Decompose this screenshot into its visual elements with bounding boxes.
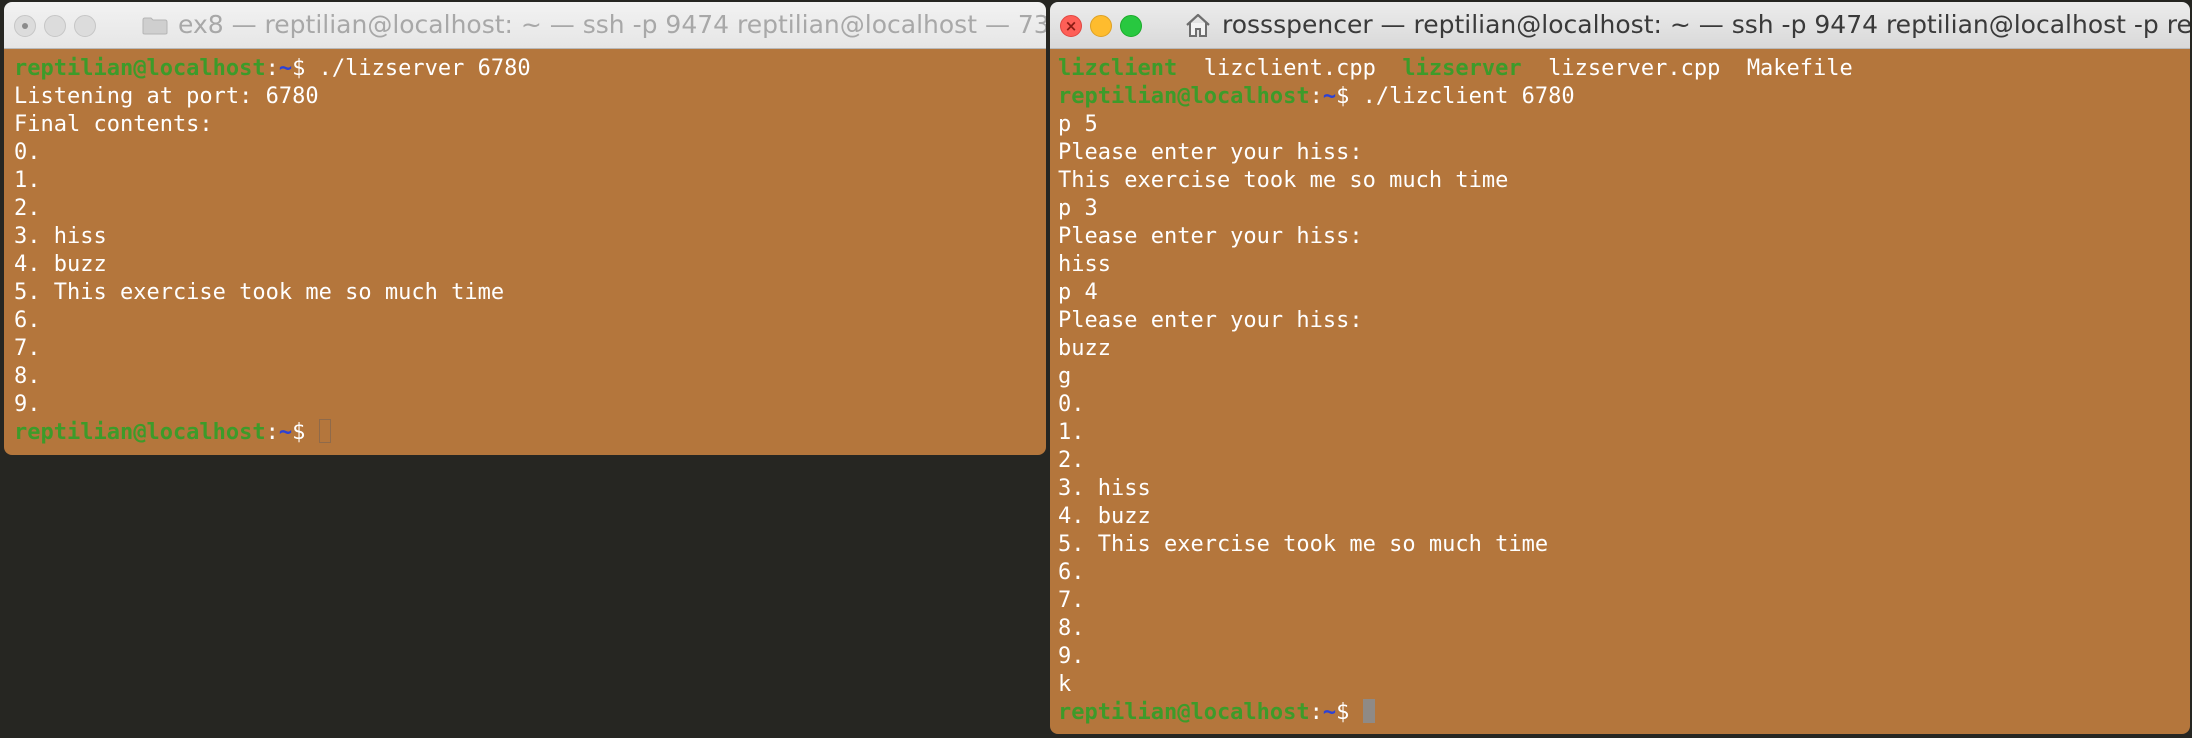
prompt-cwd: ~	[278, 56, 293, 81]
prompt-dollar: $	[1336, 84, 1363, 109]
house-icon	[1186, 13, 1210, 37]
output-line: 6.	[1058, 560, 1085, 585]
file-entry: lizserver.cpp	[1548, 56, 1721, 81]
right-window-titlebar[interactable]: × rossspencer — reptilian@localhost: ~ —…	[1050, 2, 2190, 49]
right-terminal-output[interactable]: lizclient lizclient.cpp lizserver lizser…	[1050, 49, 2190, 734]
prompt-line: reptilian@localhost:~$	[1058, 699, 2190, 727]
output-line: buzz	[1058, 336, 1111, 361]
output-line: Please enter your hiss:	[1058, 140, 1363, 165]
output-line: 4. buzz	[1058, 504, 1151, 529]
output-line: 6.	[14, 308, 41, 333]
prompt-colon: :	[1309, 84, 1323, 109]
prompt-cwd: ~	[1322, 700, 1337, 725]
left-close-button[interactable]	[14, 15, 36, 37]
prompt-dollar: $	[292, 56, 319, 81]
file-entry: lizclient	[1058, 56, 1178, 81]
output-line: 9.	[14, 392, 41, 417]
output-line: 5. This exercise took me so much time	[1058, 532, 1549, 557]
ls-output-line: lizclient lizclient.cpp lizserver lizser…	[1058, 55, 2190, 83]
right-terminal-window[interactable]: × rossspencer — reptilian@localhost: ~ —…	[1050, 2, 2190, 734]
output-line: 8.	[1058, 616, 1085, 641]
command-text: ./lizserver 6780	[318, 56, 531, 81]
prompt-line: reptilian@localhost:~$	[14, 419, 1046, 447]
output-line: 1.	[1058, 420, 1085, 445]
output-line: g	[1058, 364, 1072, 389]
text-cursor	[318, 419, 331, 443]
prompt-user: reptilian@localhost	[1058, 84, 1310, 109]
prompt-user: reptilian@localhost	[14, 56, 266, 81]
output-line: k	[1058, 672, 1072, 697]
right-close-button[interactable]: ×	[1060, 15, 1082, 37]
prompt-cwd: ~	[278, 420, 293, 445]
prompt-user: reptilian@localhost	[14, 420, 266, 445]
output-line: 7.	[1058, 588, 1085, 613]
output-line: 4. buzz	[14, 252, 107, 277]
output-line: This exercise took me so much time	[1058, 168, 1509, 193]
output-line: 3. hiss	[14, 224, 107, 249]
left-zoom-button[interactable]	[74, 15, 96, 37]
command-text: ./lizclient 6780	[1362, 84, 1575, 109]
left-window-title: ex8 — reptilian@localhost: ~ — ssh -p 94…	[178, 10, 1046, 39]
prompt-dollar: $	[292, 420, 319, 445]
prompt-colon: :	[265, 420, 279, 445]
right-zoom-button[interactable]	[1120, 15, 1142, 37]
text-cursor	[1362, 699, 1375, 723]
prompt-colon: :	[265, 56, 279, 81]
output-line: Please enter your hiss:	[1058, 224, 1363, 249]
output-line: p 4	[1058, 280, 1098, 305]
left-window-titlebar[interactable]: ex8 — reptilian@localhost: ~ — ssh -p 94…	[4, 2, 1046, 49]
file-entry: lizclient.cpp	[1203, 56, 1376, 81]
right-window-title: rossspencer — reptilian@localhost: ~ — s…	[1222, 10, 2190, 39]
folder-icon	[142, 17, 168, 35]
output-line: 9.	[1058, 644, 1085, 669]
output-line: Please enter your hiss:	[1058, 308, 1363, 333]
output-line: p 3	[1058, 196, 1098, 221]
output-line: 2.	[14, 196, 41, 221]
output-line: 1.	[14, 168, 41, 193]
left-terminal-output[interactable]: reptilian@localhost:~$ ./lizserver 6780 L…	[4, 49, 1046, 455]
output-line: 3. hiss	[1058, 476, 1151, 501]
output-line: 8.	[14, 364, 41, 389]
file-entry: Makefile	[1746, 56, 1853, 81]
output-line: 2.	[1058, 448, 1085, 473]
output-line: 0.	[1058, 392, 1085, 417]
prompt-colon: :	[1309, 700, 1323, 725]
left-minimize-button[interactable]	[44, 15, 66, 37]
prompt-cwd: ~	[1322, 84, 1337, 109]
output-line: p 5	[1058, 112, 1098, 137]
output-line: Listening at port: 6780	[14, 84, 319, 109]
prompt-dollar: $	[1336, 700, 1363, 725]
prompt-user: reptilian@localhost	[1058, 700, 1310, 725]
output-line: 5. This exercise took me so much time	[14, 280, 505, 305]
output-line: 7.	[14, 336, 41, 361]
right-minimize-button[interactable]	[1090, 15, 1112, 37]
prompt-line: reptilian@localhost:~$ ./lizclient 6780	[1058, 83, 2190, 111]
prompt-line: reptilian@localhost:~$ ./lizserver 6780	[14, 55, 1046, 83]
file-entry: lizserver	[1402, 56, 1522, 81]
left-terminal-window[interactable]: ex8 — reptilian@localhost: ~ — ssh -p 94…	[4, 2, 1046, 455]
output-line: 0.	[14, 140, 41, 165]
output-line: Final contents:	[14, 112, 213, 137]
output-line: hiss	[1058, 252, 1111, 277]
